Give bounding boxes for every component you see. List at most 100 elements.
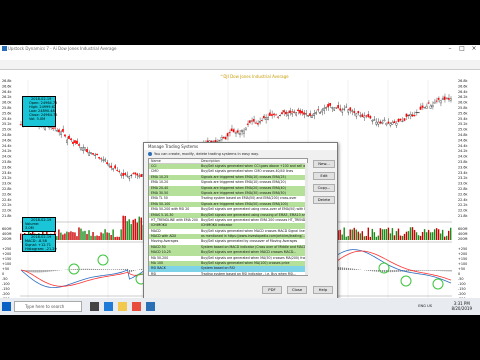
macd-histogram-bar [88,268,90,270]
macd-histogram-bar [448,270,450,272]
close-button[interactable]: Close [287,286,307,294]
close-icon[interactable]: × [468,45,480,53]
candle-body [116,169,119,171]
candle-body [287,112,289,116]
candle-body [329,102,331,106]
app-icon [2,46,7,51]
volume-bar [349,229,351,240]
window-title: Upstock Dynamics 7 - Ai Dow Jones Indust… [8,46,117,51]
price-axis-label-right: 25.6k [458,111,468,115]
volume-bar [363,236,365,240]
list-scrollbar[interactable] [305,163,308,275]
price-axis-label-right: 22.4k [458,198,468,202]
candle-body [409,114,412,117]
volume-bar [94,236,96,240]
price-axis-label-right: 23.0k [458,182,468,186]
delete-button[interactable]: Delete [313,196,335,204]
candle-body [413,115,416,117]
copy-button[interactable]: Copy... [313,184,335,192]
macd-histogram-bar [345,267,348,270]
candle-body [449,98,452,101]
candle-body [315,112,317,115]
volume-bar [339,229,341,240]
volume-bar [347,235,349,240]
candle-body [435,100,438,102]
price-axis-label-left: 24.4k [2,144,12,148]
volume-bar [82,231,84,240]
candle-body [285,111,287,115]
volume-bar [373,232,376,240]
macd-histogram-bar [418,270,420,271]
candle-body [224,136,227,140]
info-box-macd-line: Histogram: -21.29 [25,247,57,251]
chart-legend: ^DJI Dow Jones Industrial Average [220,74,289,79]
volume-bar [68,232,70,240]
app-icon-taskbar[interactable] [132,302,141,311]
candle-body [307,115,309,117]
signal-marker-circle [97,254,109,266]
macd-histogram-bar [54,270,56,271]
macd-histogram-bar [96,269,98,270]
volume-bar [381,229,384,240]
candle-body [240,130,243,132]
candle-body [60,131,62,135]
start-icon[interactable] [2,302,11,311]
volume-bar [66,231,68,240]
macd-histogram-bar [384,270,386,273]
candle-body [383,119,386,122]
candle-body [335,107,338,109]
candle-body [275,114,277,116]
volume-bar [377,235,380,240]
volume-bar [399,235,402,240]
candle-body [132,173,135,175]
candle-body [279,114,281,116]
macd-histogram-bar [138,269,141,270]
volume-bar [64,233,66,240]
candle-body [140,174,143,178]
price-axis-label-right: 24.0k [458,155,468,159]
macd-histogram-bar [50,270,52,272]
candle-body [397,119,400,122]
volume-bar [367,227,370,240]
minimize-icon[interactable]: – [444,45,456,53]
edge-icon[interactable] [104,302,113,311]
maximize-icon[interactable]: □ [456,45,468,53]
macd-histogram-bar [426,270,428,271]
search-input[interactable]: Type here to search [14,301,82,312]
candle-body [88,152,90,156]
edit-button[interactable]: Edit [313,172,335,180]
candle-body [122,173,125,176]
info-box-macd: 2018-02-19 MACD: -8.58 Signal: +12.71 Hi… [22,234,57,252]
upstock-taskbar-icon[interactable] [146,302,155,311]
language-indicator[interactable]: ENG US [418,304,432,308]
volume-bar [92,232,94,240]
candle-body [351,110,354,112]
volume-bar [393,235,396,240]
new-button[interactable]: New... [313,160,335,168]
file-explorer-icon[interactable] [118,302,127,311]
list-item[interactable]: RSI Trading system based on RSI indicator… [149,271,307,275]
macd-histogram-bar [40,270,42,273]
clock[interactable]: 3:31 PM 8/20/2019 [451,301,472,311]
task-view-icon[interactable] [90,302,99,311]
candle-body [425,105,428,109]
candle-body [357,111,360,114]
trading-systems-list[interactable]: Name Description CCI Buy/Sell signals gen… [148,158,308,276]
candle-body [136,173,139,176]
candle-body [126,174,129,177]
price-axis-label-left: 25.4k [2,117,12,121]
macd-axis-label: -150 [2,287,10,291]
macd-histogram-bar [48,270,50,272]
candle-body [373,119,376,121]
candle-body [84,147,86,151]
candle-body [437,97,440,100]
help-button[interactable]: Help [313,286,333,294]
macd-histogram-bar [44,270,46,273]
volume-bar [385,229,388,240]
price-axis-label-right: 23.2k [458,176,468,180]
pdf-button[interactable]: PDF [262,286,282,294]
volume-axis-label-right: 200M [458,237,467,241]
candle-body [256,122,259,125]
candle-body [56,130,58,132]
volume-bar [102,233,104,240]
